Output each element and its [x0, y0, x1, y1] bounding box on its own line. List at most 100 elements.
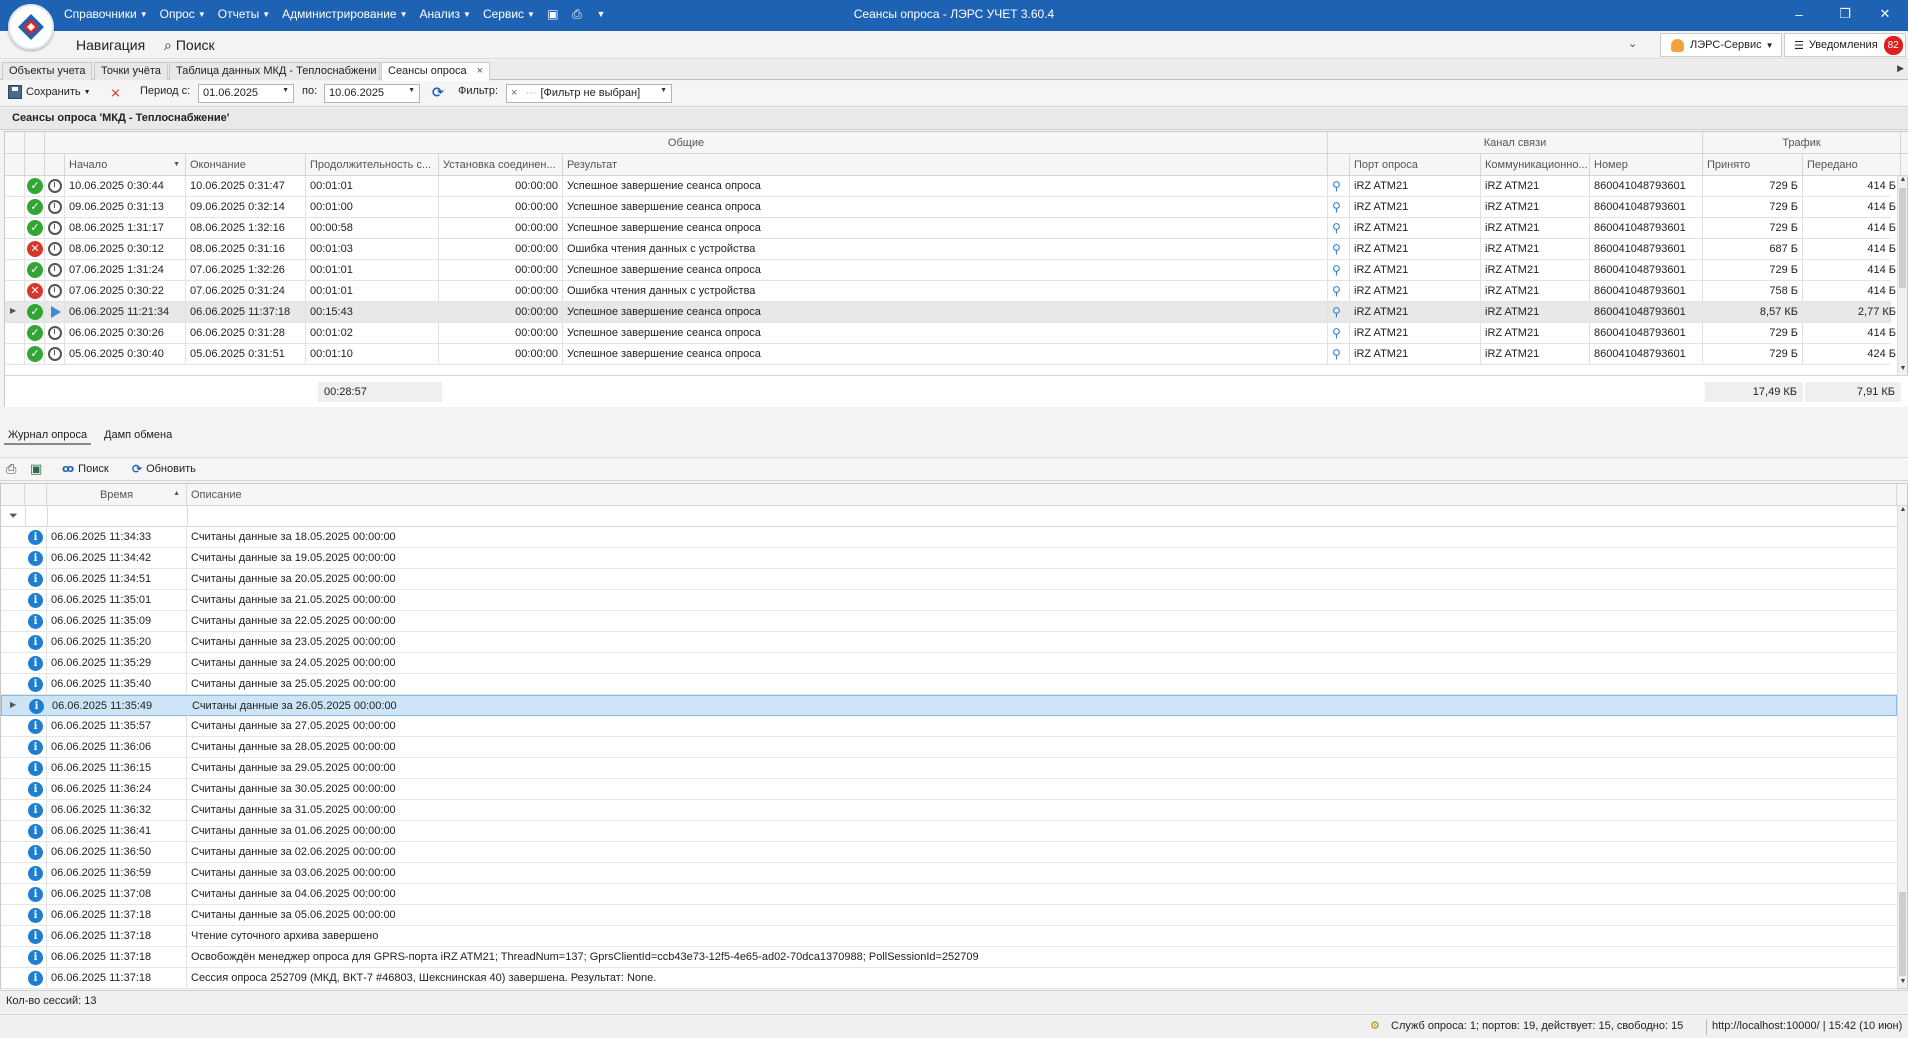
log-row[interactable]: i 06.06.2025 11:37:08 Считаны данные за 04…: [1, 884, 1897, 905]
cell-port: iRZ ATM21: [1350, 176, 1481, 197]
log-row[interactable]: i 06.06.2025 11:35:20 Считаны данные за 23…: [1, 632, 1897, 653]
log-row[interactable]: i 06.06.2025 11:35:40 Считаны данные за 25…: [1, 674, 1897, 695]
log-refresh-button[interactable]: ⟳ Обновить: [132, 462, 196, 476]
session-row[interactable]: ✓ 07.06.2025 1:31:24 07.06.2025 1:32:26 00:…: [5, 260, 1901, 281]
log-row[interactable]: i 06.06.2025 11:36:24 Считаны данные за 30…: [1, 779, 1897, 800]
app-logo[interactable]: [8, 4, 54, 50]
save-button[interactable]: Сохранить ▼: [8, 85, 91, 99]
log-row[interactable]: i 06.06.2025 11:36:32 Считаны данные за 31…: [1, 800, 1897, 821]
cell-result: Успешное завершение сеанса опроса: [563, 260, 1328, 281]
scroll-thumb[interactable]: [1899, 188, 1906, 288]
filter-icon[interactable]: ⏷: [9, 510, 18, 523]
cell-sent: 414 Б: [1803, 323, 1901, 344]
log-row[interactable]: i 06.06.2025 11:37:18 Сессия опроса 252709…: [1, 968, 1897, 989]
cell-sent: 424 Б: [1803, 344, 1901, 365]
log-row[interactable]: i 06.06.2025 11:36:41 Считаны данные за 01…: [1, 821, 1897, 842]
menu-directories[interactable]: Справочники ▼: [58, 0, 154, 28]
clear-icon[interactable]: ×: [511, 87, 517, 99]
col-result[interactable]: Результат: [563, 154, 1328, 176]
tab-scroll-right-icon[interactable]: ▶: [1897, 63, 1904, 74]
cell-sent: 414 Б: [1803, 260, 1901, 281]
log-row[interactable]: i 06.06.2025 11:37:18 Освобождён менеджер …: [1, 947, 1897, 968]
scroll-thumb[interactable]: [1899, 892, 1906, 976]
tab-poll-sessions[interactable]: Сеансы опроса ×: [381, 62, 491, 81]
log-row[interactable]: i 06.06.2025 11:35:01 Считаны данные за 21…: [1, 590, 1897, 611]
menu-reports[interactable]: Отчеты ▼: [212, 0, 276, 28]
session-row[interactable]: ✓ 08.06.2025 1:31:17 08.06.2025 1:32:16 00:…: [5, 218, 1901, 239]
col-comm[interactable]: Коммуникационно...: [1481, 154, 1590, 176]
log-row[interactable]: i 06.06.2025 11:34:51 Считаны данные за 20…: [1, 569, 1897, 590]
user-button[interactable]: ЛЭРС-Сервис ▼: [1660, 33, 1782, 57]
log-scrollbar[interactable]: ▲ ▼: [1897, 506, 1907, 988]
session-row[interactable]: ✕ 07.06.2025 0:30:22 07.06.2025 0:31:24 00:…: [5, 281, 1901, 302]
log-row[interactable]: i 06.06.2025 11:35:57 Считаны данные за 27…: [1, 716, 1897, 737]
log-row[interactable]: i 06.06.2025 11:36:59 Считаны данные за 03…: [1, 863, 1897, 884]
save-icon[interactable]: ▣: [545, 6, 561, 22]
log-row[interactable]: i 06.06.2025 11:36:50 Считаны данные за 02…: [1, 842, 1897, 863]
log-search-button[interactable]: ꝏ Поиск: [62, 462, 109, 476]
cell-comm: iRZ ATM21: [1481, 218, 1590, 239]
sessions-scrollbar[interactable]: ▲ ▼: [1897, 176, 1907, 375]
chevron-down-icon[interactable]: ⌄: [1628, 37, 1637, 50]
session-row[interactable]: ✓ 09.06.2025 0:31:13 09.06.2025 0:32:14 00:…: [5, 197, 1901, 218]
session-row[interactable]: ✓ 05.06.2025 0:30:40 05.06.2025 0:31:51 00:…: [5, 344, 1901, 365]
print-icon[interactable]: ⎙: [569, 6, 585, 22]
export-button[interactable]: ▣: [30, 461, 42, 477]
session-row[interactable]: ✓ 06.06.2025 0:30:26 06.06.2025 0:31:28 00:…: [5, 323, 1901, 344]
col-time[interactable]: Время ▲: [47, 484, 187, 506]
period-to-field[interactable]: 10.06.2025 ▼: [324, 84, 420, 103]
menu-poll[interactable]: Опрос ▼: [154, 0, 212, 28]
log-row[interactable]: i 06.06.2025 11:36:06 Считаны данные за 28…: [1, 737, 1897, 758]
col-duration[interactable]: Продолжительность с...: [306, 154, 439, 176]
session-row[interactable]: ✓ 10.06.2025 0:30:44 10.06.2025 0:31:47 00:…: [5, 176, 1901, 197]
menu-admin[interactable]: Администрирование ▼: [276, 0, 413, 28]
print-button[interactable]: ⎙: [6, 461, 16, 477]
cell-port: iRZ ATM21: [1350, 239, 1481, 260]
scroll-down-icon[interactable]: ▼: [1898, 978, 1908, 988]
tab-exchange-dump[interactable]: Дамп обмена: [100, 427, 176, 443]
clear-filter-button[interactable]: ⨯: [110, 85, 121, 101]
menu-service[interactable]: Сервис ▼: [477, 0, 541, 28]
log-row[interactable]: i 06.06.2025 11:35:09 Считаны данные за 22…: [1, 611, 1897, 632]
tab-accounting-objects[interactable]: Объекты учета: [2, 62, 93, 80]
quick-access-chevron-icon[interactable]: ▼: [593, 6, 609, 22]
close-tab-icon[interactable]: ×: [477, 65, 483, 77]
log-row[interactable]: i 06.06.2025 11:37:18 Считаны данные за 05…: [1, 905, 1897, 926]
tab-poll-log[interactable]: Журнал опроса: [4, 427, 92, 445]
log-row[interactable]: i 06.06.2025 11:36:15 Считаны данные за 29…: [1, 758, 1897, 779]
col-description[interactable]: Описание: [187, 484, 1897, 506]
cell-port: iRZ ATM21: [1350, 197, 1481, 218]
log-row[interactable]: ▶ i 06.06.2025 11:35:49 Считаны данные за 2…: [1, 695, 1897, 717]
cell-end: 07.06.2025 1:32:26: [186, 260, 306, 281]
period-from-field[interactable]: 01.06.2025 ▼: [198, 84, 294, 103]
col-start[interactable]: Начало ▼: [65, 154, 186, 176]
scroll-up-icon[interactable]: ▲: [1898, 176, 1908, 186]
cell-connect: 00:00:00: [439, 197, 563, 218]
scroll-down-icon[interactable]: ▼: [1898, 365, 1908, 375]
col-received[interactable]: Принято: [1703, 154, 1803, 176]
col-end[interactable]: Окончание: [186, 154, 306, 176]
search-link[interactable]: ⌕ Поиск: [164, 37, 215, 54]
refresh-icon: ⟳: [132, 462, 143, 476]
tab-data-table[interactable]: Таблица данных МКД - Теплоснабжени: [169, 62, 380, 80]
cell-start: 07.06.2025 0:30:22: [65, 281, 186, 302]
menu-analysis[interactable]: Анализ ▼: [414, 0, 477, 28]
session-row[interactable]: ✕ 08.06.2025 0:30:12 08.06.2025 0:31:16 00:…: [5, 239, 1901, 260]
filter-select[interactable]: × ··· [Фильтр не выбран] ▼: [506, 84, 672, 103]
scroll-up-icon[interactable]: ▲: [1898, 506, 1908, 516]
navigation-link[interactable]: Навигация: [76, 37, 145, 53]
col-connect[interactable]: Установка соединен...: [439, 154, 563, 176]
log-row[interactable]: i 06.06.2025 11:34:33 Считаны данные за 18…: [1, 527, 1897, 548]
notifications-button[interactable]: ☰ Уведомления 82: [1784, 33, 1906, 57]
log-row[interactable]: i 06.06.2025 11:37:18 Чтение суточного арх…: [1, 926, 1897, 947]
col-port[interactable]: Порт опроса: [1350, 154, 1481, 176]
log-row[interactable]: i 06.06.2025 11:34:42 Считаны данные за 19…: [1, 548, 1897, 569]
session-row[interactable]: ▶ ✓ 06.06.2025 11:21:34 06.06.2025 11:37:18…: [5, 302, 1901, 323]
col-number[interactable]: Номер: [1590, 154, 1703, 176]
log-row[interactable]: i 06.06.2025 11:35:29 Считаны данные за 24…: [1, 653, 1897, 674]
minimize-button[interactable]: –: [1776, 0, 1822, 28]
close-window-button[interactable]: ✕: [1862, 0, 1908, 28]
col-sent[interactable]: Передано: [1803, 154, 1901, 176]
refresh-button[interactable]: ⟳: [432, 84, 444, 101]
tab-metering-points[interactable]: Точки учёта: [94, 62, 168, 80]
